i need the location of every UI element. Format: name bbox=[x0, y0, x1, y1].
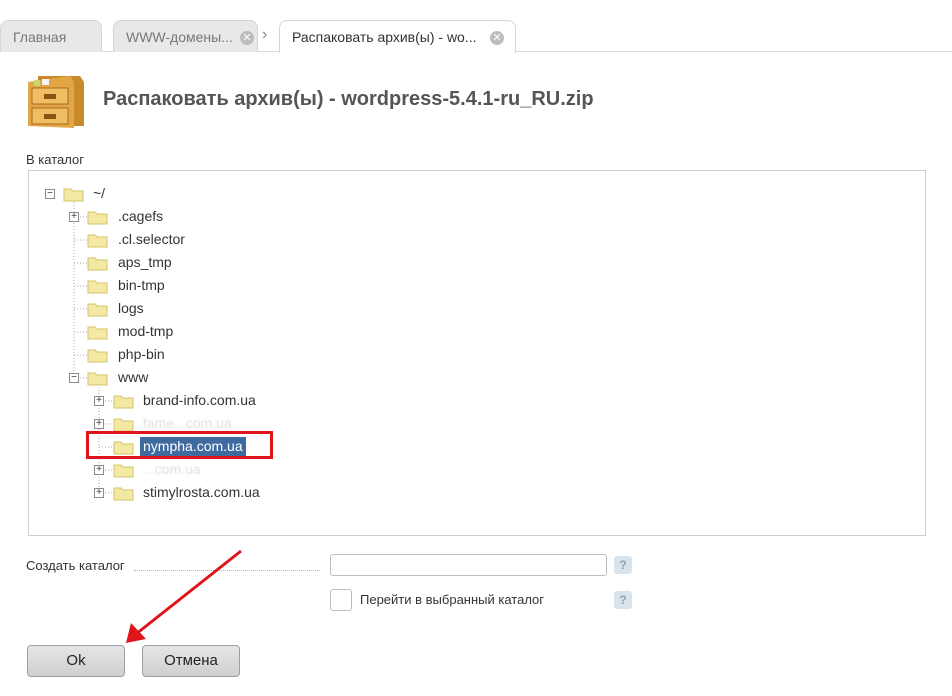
tab-bar: Главная WWW-домены... ✕ › Распаковать ар… bbox=[0, 0, 952, 53]
tree-node-label: fame...com.ua bbox=[143, 415, 232, 431]
folder-icon bbox=[87, 372, 108, 386]
cancel-button[interactable]: Отмена bbox=[142, 645, 240, 677]
tab-www-domains-label: WWW-домены... bbox=[126, 29, 233, 45]
target-dir-label: В каталог bbox=[26, 152, 84, 167]
folder-icon bbox=[113, 418, 134, 432]
tab-home[interactable]: Главная bbox=[0, 20, 102, 52]
folder-icon bbox=[87, 326, 108, 340]
expand-icon[interactable]: + bbox=[94, 488, 104, 498]
folder-icon bbox=[87, 211, 108, 225]
expand-icon[interactable]: + bbox=[94, 465, 104, 475]
folder-icon bbox=[87, 234, 108, 248]
tree-node-label: .cagefs bbox=[118, 208, 164, 224]
folder-icon bbox=[63, 188, 84, 202]
ok-button[interactable]: Ok bbox=[27, 645, 125, 677]
close-icon[interactable]: ✕ bbox=[490, 31, 504, 45]
help-icon[interactable]: ? bbox=[614, 591, 632, 609]
goto-dir-label: Перейти в выбранный каталог bbox=[360, 592, 545, 607]
folder-icon bbox=[87, 349, 108, 363]
expand-icon[interactable]: + bbox=[94, 419, 104, 429]
goto-dir-checkbox[interactable] bbox=[330, 589, 352, 611]
help-icon[interactable]: ? bbox=[614, 556, 632, 574]
highlight-box bbox=[86, 431, 273, 459]
expand-icon[interactable]: + bbox=[69, 212, 79, 222]
tree-node-label: aps_tmp bbox=[118, 254, 172, 270]
tree-node-label: .cl.selector bbox=[118, 231, 185, 247]
collapse-icon[interactable]: − bbox=[45, 189, 55, 199]
tree-node-label: www bbox=[118, 369, 149, 385]
tab-unpack-archive[interactable]: Распаковать архив(ы) - wo... ✕ bbox=[279, 20, 516, 53]
expand-icon[interactable]: + bbox=[94, 396, 104, 406]
close-icon[interactable]: ✕ bbox=[240, 31, 254, 45]
collapse-icon[interactable]: − bbox=[69, 373, 79, 383]
folder-icon bbox=[87, 303, 108, 317]
tab-unpack-archive-label: Распаковать архив(ы) - wo... bbox=[292, 29, 477, 45]
tree-node-label: php-bin bbox=[118, 346, 165, 362]
folder-icon bbox=[87, 257, 108, 271]
tab-home-label: Главная bbox=[13, 29, 67, 45]
tree-node-label: logs bbox=[118, 300, 144, 316]
tree-node-label: brand-info.com.ua bbox=[143, 392, 256, 408]
tree-node-label: mod-tmp bbox=[118, 323, 174, 339]
folder-icon bbox=[113, 395, 134, 409]
folder-icon bbox=[87, 280, 108, 294]
tab-www-domains[interactable]: WWW-домены... ✕ bbox=[113, 20, 258, 52]
dotted-leader bbox=[134, 570, 320, 571]
tree-node-label: bin-tmp bbox=[118, 277, 165, 293]
tree-node-label: ...com.ua bbox=[143, 461, 201, 477]
create-dir-input[interactable] bbox=[330, 554, 607, 576]
tree-node-label: stimylrosta.com.ua bbox=[143, 484, 260, 500]
page-title: Распаковать архив(ы) - wordpress-5.4.1-r… bbox=[103, 88, 594, 110]
create-dir-label: Создать каталог bbox=[26, 558, 125, 573]
folder-icon bbox=[113, 487, 134, 501]
tree-node-label: ~/ bbox=[93, 185, 106, 201]
file-cabinet-icon bbox=[28, 76, 84, 128]
directory-tree[interactable]: − ~/ + .cagefs .cl.selector aps_tmp bin-… bbox=[28, 170, 926, 536]
chevron-right-icon: › bbox=[262, 26, 268, 43]
folder-icon bbox=[113, 464, 134, 478]
